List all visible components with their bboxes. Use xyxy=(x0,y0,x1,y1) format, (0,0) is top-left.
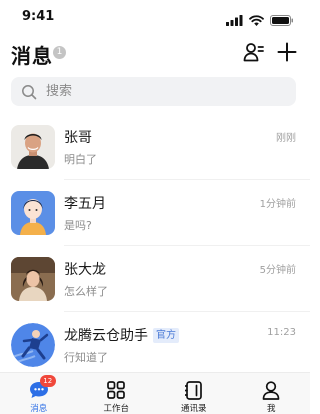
chat-name: 张大龙 xyxy=(64,259,106,279)
status-bar: 9:41 xyxy=(0,0,310,34)
chat-bubble-icon: 12 xyxy=(28,375,56,400)
wifi-icon xyxy=(249,11,264,30)
status-time: 9:41 xyxy=(22,9,55,24)
tab-label: 消息 xyxy=(30,404,48,414)
search-icon xyxy=(21,84,37,100)
chat-item-li-wuyue[interactable]: 李五月 是吗? 1分钟前 xyxy=(0,180,310,246)
chat-preview: 行知道了 xyxy=(64,351,108,364)
search-input[interactable] xyxy=(44,83,278,100)
chat-name: 龙腾云仓助手 官方 xyxy=(64,325,179,345)
person-icon xyxy=(260,380,282,400)
battery-icon xyxy=(270,11,294,30)
tab-label: 通讯录 xyxy=(180,404,207,414)
chat-name-text: 张哥 xyxy=(64,130,92,146)
address-book-icon xyxy=(183,380,205,400)
contacts-icon xyxy=(243,42,264,66)
contacts-button[interactable] xyxy=(241,42,265,66)
unread-count-badge: 1 xyxy=(53,46,66,59)
avatar xyxy=(11,191,55,235)
add-button[interactable] xyxy=(275,42,299,66)
chat-preview: 明白了 xyxy=(64,153,97,166)
tab-label: 我 xyxy=(266,404,276,414)
chat-list: 张哥 明白了 刚刚 李五月 是吗? 1分钟前 张大龙 怎么样了 5分钟前 龙腾云… xyxy=(0,114,310,378)
chat-preview: 怎么样了 xyxy=(64,285,108,298)
tab-messages[interactable]: 12 消息 xyxy=(0,373,78,414)
tab-me[interactable]: 我 xyxy=(233,373,311,414)
tab-contacts[interactable]: 通讯录 xyxy=(155,373,233,414)
chat-time: 5分钟前 xyxy=(259,265,296,276)
chat-name: 李五月 xyxy=(64,193,106,213)
chat-time: 1分钟前 xyxy=(259,199,296,210)
status-icons xyxy=(226,11,294,30)
chat-preview: 是吗? xyxy=(64,219,92,232)
plus-icon xyxy=(277,42,297,66)
avatar xyxy=(11,257,55,301)
chat-name-text: 李五月 xyxy=(64,196,106,212)
tab-badge: 12 xyxy=(39,375,56,387)
chat-item-zhang-dalong[interactable]: 张大龙 怎么样了 5分钟前 xyxy=(0,246,310,312)
chat-time: 11:23 xyxy=(267,327,296,338)
chat-item-zhang-ge[interactable]: 张哥 明白了 刚刚 xyxy=(0,114,310,180)
chat-name-text: 龙腾云仓助手 xyxy=(64,328,148,344)
chat-name: 张哥 xyxy=(64,127,92,147)
signal-icon xyxy=(226,11,243,30)
tab-bar: 12 消息 工作台 通讯录 我 xyxy=(0,372,310,414)
page-title: 消息 xyxy=(11,44,53,68)
header: 消息 1 xyxy=(0,36,310,72)
grid-icon xyxy=(105,380,127,400)
avatar xyxy=(11,323,55,367)
chat-time: 刚刚 xyxy=(276,133,296,144)
tab-label: 工作台 xyxy=(103,404,129,414)
official-tag: 官方 xyxy=(153,327,179,343)
tab-workbench[interactable]: 工作台 xyxy=(78,373,156,414)
chat-name-text: 张大龙 xyxy=(64,262,106,278)
avatar xyxy=(11,125,55,169)
search-bar[interactable] xyxy=(11,77,296,106)
chat-item-longteng-assistant[interactable]: 龙腾云仓助手 官方 行知道了 11:23 xyxy=(0,312,310,378)
